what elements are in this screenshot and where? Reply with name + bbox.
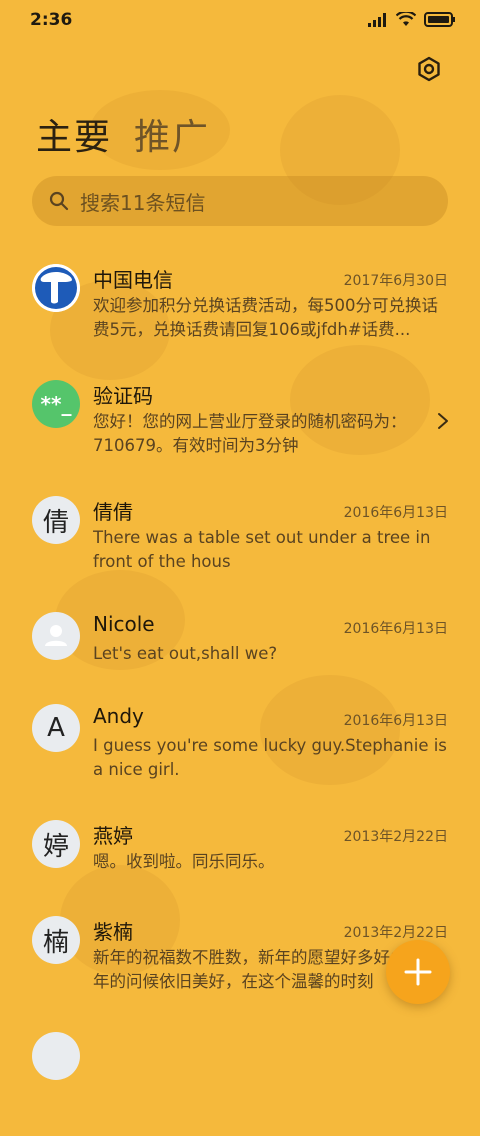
contact-avatar — [32, 1032, 80, 1080]
conversation-name: 中国电信 — [93, 268, 173, 292]
conversation-preview: Let's eat out,shall we? — [93, 644, 278, 663]
conversation-preview: 您好！您的网上营业厅登录的随机密码为：710679。有效时间为3分钟 — [93, 412, 407, 455]
status-bar: 2:36 — [0, 0, 480, 40]
china-telecom-logo-avatar — [32, 264, 80, 312]
settings-gear-icon[interactable] — [416, 56, 442, 82]
search-placeholder: 搜索11条短信 — [80, 190, 206, 215]
signal-icon — [368, 12, 386, 27]
tab-bar: 主要 推广 — [36, 108, 210, 160]
conversation-date: 2016年6月13日 — [343, 505, 448, 521]
verification-code-avatar: **_ — [32, 380, 80, 428]
conversation-row[interactable]: 倩 倩倩 2016年6月13日 There was a table set ou… — [0, 484, 480, 600]
conversation-preview: 欢迎参加积分兑换话费活动，每500分可兑换话费5元，兑换话费请回复106或jfd… — [93, 296, 438, 339]
conversation-preview: 嗯。收到啦。同乐同乐。 — [93, 852, 275, 871]
conversation-row[interactable]: 婷 燕婷 2013年2月22日 嗯。收到啦。同乐同乐。 — [0, 808, 480, 904]
conversation-date: 2016年6月13日 — [343, 621, 448, 637]
contact-avatar: 楠 — [32, 916, 80, 964]
conversation-date: 2016年6月13日 — [343, 713, 448, 729]
conversation-date: 2017年6月30日 — [343, 273, 448, 289]
china-telecom-logo-icon — [32, 264, 80, 312]
contact-avatar: 倩 — [32, 496, 80, 544]
conversation-row-partial[interactable] — [0, 1020, 480, 1136]
wifi-icon — [396, 12, 416, 26]
person-icon — [45, 625, 67, 646]
conversation-name: 紫楠 — [93, 920, 133, 944]
contact-avatar — [32, 612, 80, 660]
conversation-preview: There was a table set out under a tree i… — [93, 528, 431, 571]
status-time: 2:36 — [30, 10, 73, 30]
contact-avatar: 婷 — [32, 820, 80, 868]
conversation-name: 验证码 — [93, 384, 153, 408]
battery-icon — [424, 12, 455, 27]
chevron-right-icon[interactable] — [436, 412, 450, 430]
conversation-row[interactable]: Nicole 2016年6月13日 Let's eat out,shall we… — [0, 600, 480, 692]
search-icon — [49, 191, 69, 211]
new-message-button[interactable] — [386, 940, 450, 1004]
conversation-preview: I guess you're some lucky guy.Stephanie … — [93, 736, 447, 779]
conversation-list: 中国电信 2017年6月30日 欢迎参加积分兑换话费活动，每500分可兑换话费5… — [0, 252, 480, 1136]
plus-icon — [404, 958, 432, 986]
tab-primary[interactable]: 主要 — [36, 108, 112, 160]
conversation-name: Andy — [93, 704, 144, 728]
tab-promotions[interactable]: 推广 — [134, 108, 210, 160]
conversation-name: 燕婷 — [93, 824, 133, 848]
search-bar[interactable]: 搜索11条短信 — [32, 176, 448, 226]
conversation-name: 倩倩 — [93, 500, 133, 524]
conversation-date: 2013年2月22日 — [343, 829, 448, 845]
conversation-name: Nicole — [93, 612, 155, 636]
contact-avatar: A — [32, 704, 80, 752]
conversation-date: 2013年2月22日 — [343, 925, 448, 941]
conversation-row[interactable]: **_ 验证码 您好！您的网上营业厅登录的随机密码为：710679。有效时间为3… — [0, 368, 480, 484]
conversation-row[interactable]: A Andy 2016年6月13日 I guess you're some lu… — [0, 692, 480, 808]
conversation-row[interactable]: 中国电信 2017年6月30日 欢迎参加积分兑换话费活动，每500分可兑换话费5… — [0, 252, 480, 368]
